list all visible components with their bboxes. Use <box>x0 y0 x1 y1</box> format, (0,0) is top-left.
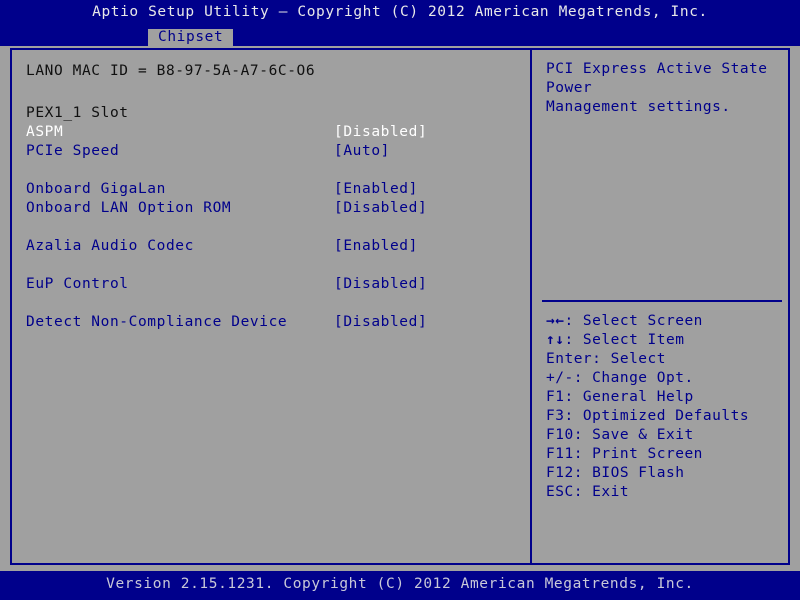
key-hint-f11-print-screen: F11: Print Screen <box>546 445 790 464</box>
key-hint-label: ESC: Exit <box>546 484 630 500</box>
setting-row-azalia-audio-codec[interactable]: Azalia Audio Codec [Enabled] <box>26 237 522 256</box>
setting-row-onboard-lan-option-rom[interactable]: Onboard LAN Option ROM [Disabled] <box>26 199 522 218</box>
page-title: Aptio Setup Utility – Copyright (C) 2012… <box>92 4 708 20</box>
key-hint-esc-exit: ESC: Exit <box>546 483 790 502</box>
key-hint-f3-optimized-defaults: F3: Optimized Defaults <box>546 407 790 426</box>
setting-row-detect-non-compliance-device[interactable]: Detect Non-Compliance Device [Disabled] <box>26 313 522 332</box>
key-hint-label: F12: BIOS Flash <box>546 465 685 481</box>
key-hint-change-opt: +/-: Change Opt. <box>546 369 790 388</box>
row-label: Azalia Audio Codec <box>26 238 194 254</box>
key-hint-label: : Select Screen <box>564 313 703 329</box>
info-row-lano-mac-id-b8-97-5a-a7-6c-o6: LANO MAC ID = B8-97-5A-A7-6C-O6 <box>26 62 522 81</box>
row-value[interactable]: [Enabled] <box>334 180 418 199</box>
key-hint-label: : Select Item <box>564 332 685 348</box>
row-label: Detect Non-Compliance Device <box>26 314 288 330</box>
help-pane: PCI Express Active State Power Managemen… <box>532 50 790 563</box>
row-value[interactable]: [Disabled] <box>334 275 427 294</box>
arrow-keys-icon: ↑↓ <box>546 332 565 348</box>
row-label: ASPM <box>26 124 64 140</box>
key-hint-select-item: ↑↓: Select Item <box>546 331 790 350</box>
key-hint-label: F10: Save & Exit <box>546 427 694 443</box>
content-frame: LANO MAC ID = B8-97-5A-A7-6C-O6 PEX1_1 Sl… <box>10 48 790 565</box>
row-value[interactable]: [Auto] <box>334 142 390 161</box>
row-label: PEX1_1 Slot <box>26 105 129 121</box>
key-hint-label: F3: Optimized Defaults <box>546 408 750 424</box>
setting-row-pcie-speed[interactable]: PCIe Speed [Auto] <box>26 142 522 161</box>
version-text: Version 2.15.1231. Copyright (C) 2012 Am… <box>106 576 694 592</box>
settings-pane: LANO MAC ID = B8-97-5A-A7-6C-O6 PEX1_1 Sl… <box>12 50 530 563</box>
key-hint-label: Enter: Select <box>546 351 666 367</box>
key-legend: →←: Select Screen ↑↓: Select Item Enter: S… <box>546 312 790 502</box>
tab-chipset[interactable]: Chipset <box>148 29 234 46</box>
key-hint-f12-bios-flash: F12: BIOS Flash <box>546 464 790 483</box>
row-value[interactable]: [Disabled] <box>334 199 427 218</box>
row-label: PCIe Speed <box>26 143 120 159</box>
setting-row-onboard-gigalan[interactable]: Onboard GigaLan [Enabled] <box>26 180 522 199</box>
row-label: Onboard LAN Option ROM <box>26 200 232 216</box>
tab-bar: Chipset <box>0 29 800 46</box>
key-hint-f10-save-exit: F10: Save & Exit <box>546 426 790 445</box>
key-hint-enter-select: Enter: Select <box>546 350 790 369</box>
setting-row-eup-control[interactable]: EuP Control [Disabled] <box>26 275 522 294</box>
help-description: PCI Express Active State Power Managemen… <box>546 61 768 115</box>
arrow-keys-icon: →← <box>546 313 565 329</box>
row-label: EuP Control <box>26 276 129 292</box>
row-label: Onboard GigaLan <box>26 181 166 197</box>
info-row-pex1-1-slot: PEX1_1 Slot <box>26 104 522 123</box>
row-value[interactable]: [Enabled] <box>334 237 418 256</box>
bios-setup-screen: Aptio Setup Utility – Copyright (C) 2012… <box>0 0 800 600</box>
row-value[interactable]: [Disabled] <box>334 313 427 332</box>
row-label: LANO MAC ID = B8-97-5A-A7-6C-O6 <box>26 63 316 79</box>
key-hint-select-screen: →←: Select Screen <box>546 312 790 331</box>
row-value[interactable]: [Disabled] <box>334 123 427 142</box>
key-hint-label: +/-: Change Opt. <box>546 370 694 386</box>
horizontal-divider <box>542 300 782 302</box>
footer-bar: Version 2.15.1231. Copyright (C) 2012 Am… <box>0 571 800 600</box>
setting-row-aspm[interactable]: ASPM [Disabled] <box>26 123 522 142</box>
title-bar: Aptio Setup Utility – Copyright (C) 2012… <box>0 0 800 29</box>
key-hint-label: F11: Print Screen <box>546 446 703 462</box>
key-hint-label: F1: General Help <box>546 389 694 405</box>
key-hint-f1-general-help: F1: General Help <box>546 388 790 407</box>
